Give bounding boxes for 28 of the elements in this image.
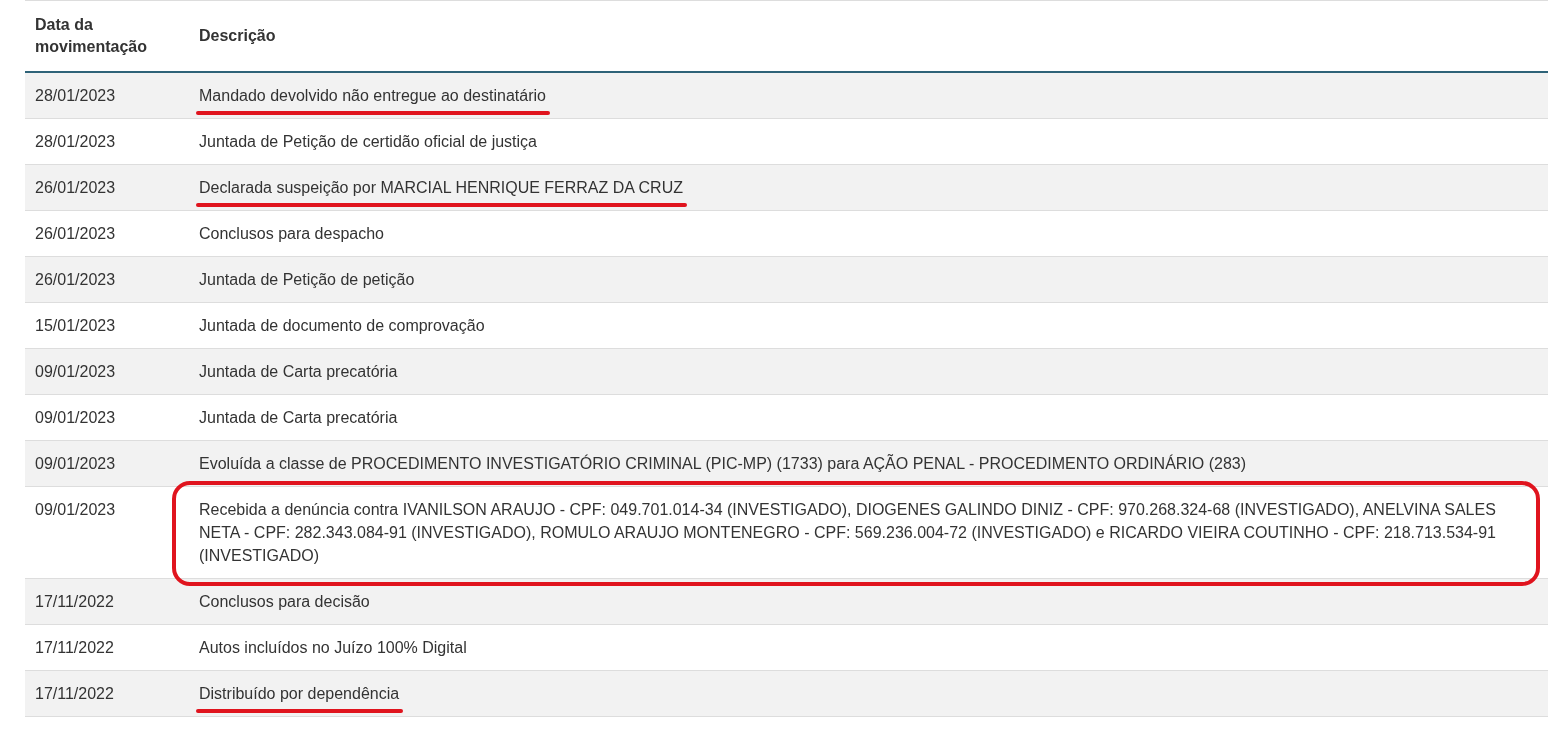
description-text: Conclusos para decisão: [199, 593, 370, 610]
date-text: 09/01/2023: [35, 363, 116, 380]
date-text: 26/01/2023: [35, 179, 116, 196]
description-text: Evoluída a classe de PROCEDIMENTO INVESTIGATÓRIO CRIMINAL (PIC-MP) (1733) para AÇÃO PENAL - PROCEDIMENTO ORDINÁRIO (283): [199, 455, 1247, 472]
date-text: 09/01/2023: [35, 455, 116, 472]
date-text: 17/11/2022: [35, 593, 114, 610]
description-text: Recebida a denúncia contra IVANILSON ARAUJO - CPF: 049.701.014-34 (INVESTIGADO), DIOGENES GALINDO DINIZ - CPF: 970.268.324-68 (INVESTIGADO), ANELVINA SALES NETA - CPF: 282.343.084-91 (INVESTIGADO), ROMULO ARAUJO MONTENEGRO - CPF: 569.236.004-72 (INVESTIGADO) e RICARDO VIEIRA COUTINHO - CPF: 218.713.534-91 (INVESTIGADO): [199, 501, 1496, 564]
date-text: 28/01/2023: [35, 133, 116, 150]
date-text: 09/01/2023: [35, 409, 116, 426]
description-text: Declarada suspeição por MARCIAL HENRIQUE FERRAZ DA CRUZ: [199, 176, 683, 199]
description-text: Autos incluídos no Juízo 100% Digital: [199, 639, 467, 656]
description-text: Mandado devolvido não entregue ao destinatário: [199, 84, 546, 107]
description-text: Juntada de Petição de petição: [199, 271, 415, 288]
date-text: 28/01/2023: [35, 87, 116, 104]
column-header: Data da movimentação: [35, 15, 149, 57]
date-text: 17/11/2022: [35, 685, 114, 702]
description-text: Juntada de Carta precatória: [199, 363, 398, 380]
description-text: Distribuído por dependência: [199, 682, 400, 705]
date-text: 15/01/2023: [35, 317, 116, 334]
date-text: 26/01/2023: [35, 271, 116, 288]
date-text: 09/01/2023: [35, 501, 116, 518]
description-text: Juntada de Carta precatória: [199, 409, 398, 426]
column-header: Descrição: [199, 27, 276, 44]
description-text: Conclusos para despacho: [199, 225, 384, 242]
description-text: Juntada de documento de comprovação: [199, 317, 485, 334]
date-text: 17/11/2022: [35, 639, 114, 656]
date-text: 26/01/2023: [35, 225, 116, 242]
description-text: Juntada de Petição de certidão oficial de justiça: [199, 133, 537, 150]
